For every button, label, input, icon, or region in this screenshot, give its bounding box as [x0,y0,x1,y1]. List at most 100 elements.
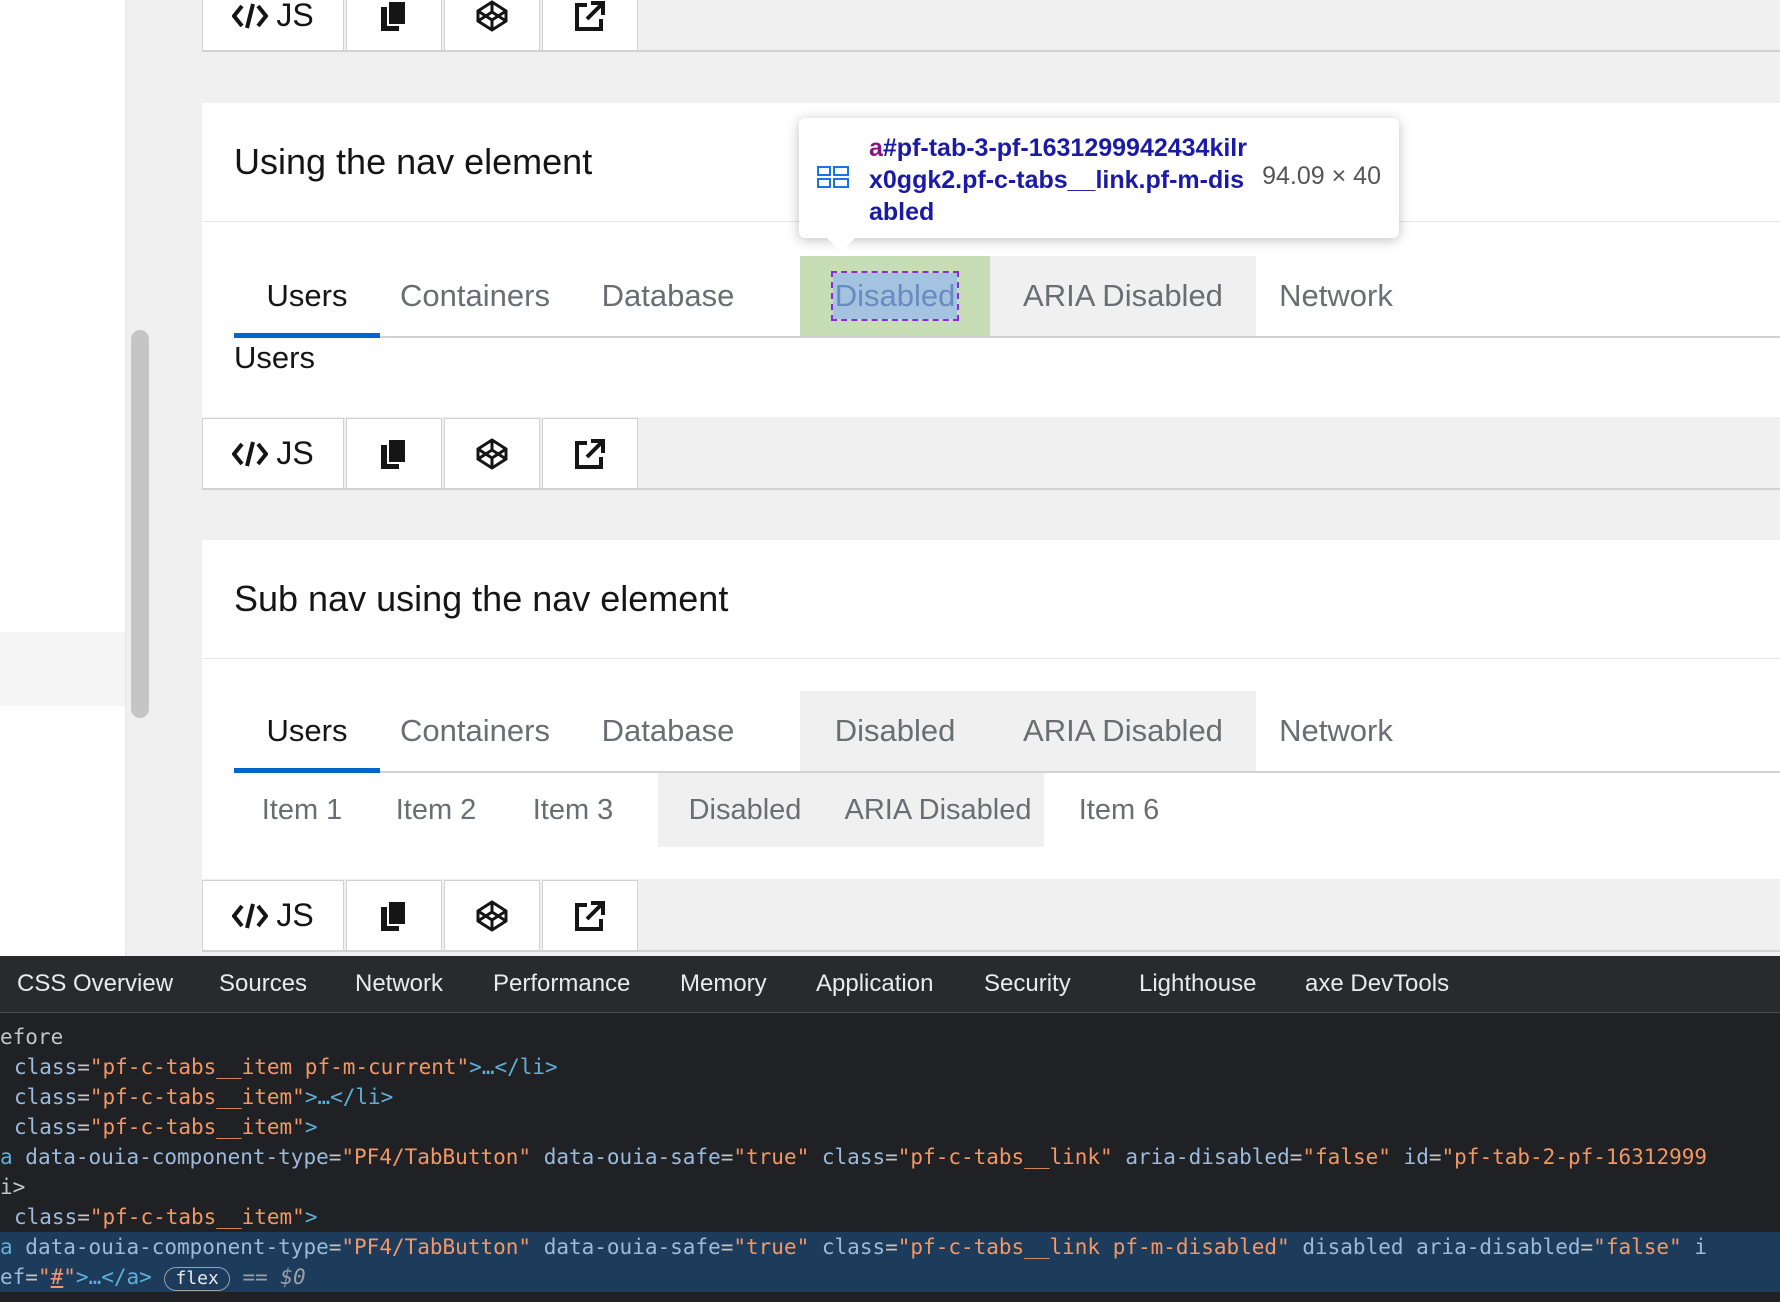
tab-sources[interactable]: Sources [219,956,307,1012]
dom-line-selected-anchor[interactable]: a data-ouia-component-type="PF4/TabButto… [0,1232,1707,1262]
console-ref: == $0 [242,1265,306,1289]
flex-badge[interactable]: flex [164,1267,230,1291]
codepen-icon [476,899,508,932]
tooltip-tag: a [869,134,883,162]
tooltip-size: 94.09 × 40 [1262,162,1381,190]
dom-line-li-close[interactable]: i> [0,1172,25,1202]
dom-line-anchor[interactable]: a data-ouia-component-type="PF4/TabButto… [0,1142,1707,1172]
subtab-item-2[interactable]: Item 2 [370,773,502,847]
codepen-icon [476,0,508,32]
tab-performance[interactable]: Performance [493,956,630,1012]
subtab-item-3[interactable]: Item 3 [502,773,644,847]
devtools-panel: CSS Overview Sources Network Performance… [0,956,1780,1302]
tab-network[interactable]: Network [1256,691,1416,771]
attr-value: "pf-c-tabs__link pf-m-disabled" [897,1235,1290,1259]
attr-value: "pf-c-tabs__item" [89,1205,305,1229]
dom-line-li-open[interactable]: class="pf-c-tabs__item"> [14,1112,317,1142]
tab-panel-content: Users [234,340,315,375]
tab-containers[interactable]: Containers [380,691,570,771]
codesandbox-button[interactable] [444,0,540,50]
copy-button[interactable] [346,0,442,50]
open-new-window-button[interactable] [542,0,638,50]
section-title: Using the nav element [234,141,593,182]
codesandbox-button[interactable] [444,418,540,488]
attr-value: "pf-tab-2-pf-16312999 [1441,1145,1708,1169]
subtab-aria-disabled[interactable]: ARIA Disabled [832,773,1044,847]
tab-containers[interactable]: Containers [380,256,570,336]
codesandbox-button[interactable] [444,880,540,950]
tooltip-selector-text: #pf-tab-3-pf-1631299942434kilrx0ggk2.pf-… [869,134,1247,226]
attr-value: "pf-c-tabs__item" [89,1085,305,1109]
open-new-window-button[interactable] [542,880,638,950]
subtab-disabled[interactable]: Disabled [658,773,832,847]
tab-database[interactable]: Database [570,691,766,771]
external-link-icon [575,900,605,931]
tab-css-overview[interactable]: CSS Overview [17,956,173,1012]
code-icon [232,441,269,466]
attr-value: "false" [1302,1145,1391,1169]
code-icon [232,3,269,28]
tabs-nav: Users Containers Database Disabled ARIA … [234,256,1780,338]
subtab-item-1[interactable]: Item 1 [234,773,370,847]
section-title: Sub nav using the nav element [234,578,729,619]
attr-value: "pf-c-tabs__item pf-m-current" [89,1055,470,1079]
copy-icon [381,437,407,469]
sidebar-scrollbar[interactable] [131,330,149,718]
devtools-tabbar: CSS Overview Sources Network Performance… [0,956,1780,1013]
tab-disabled[interactable]: Disabled [800,691,990,771]
toggle-js-button[interactable]: JS [202,0,344,50]
example-preview: Users Containers Database Disabled ARIA … [202,222,1780,417]
dom-line-li-current[interactable]: class="pf-c-tabs__item pf-m-current">…</… [14,1052,558,1082]
tab-axe-devtools[interactable]: axe DevTools [1305,956,1449,1012]
external-link-icon [575,0,605,31]
tab-network[interactable]: Network [355,956,443,1012]
side-navigation [0,0,126,956]
tab-lighthouse[interactable]: Lighthouse [1139,956,1256,1012]
copy-button[interactable] [346,418,442,488]
attr-value: "false" [1593,1235,1682,1259]
dom-line-li-open[interactable]: class="pf-c-tabs__item"> [14,1202,317,1232]
toggle-js-button[interactable]: JS [202,418,344,488]
tab-users[interactable]: Users [234,691,380,773]
tab-memory[interactable]: Memory [680,956,767,1012]
tab-disabled-label: Disabled [830,271,960,321]
tab-aria-disabled[interactable]: ARIA Disabled [990,256,1256,336]
subtab-item-6[interactable]: Item 6 [1044,773,1194,847]
dom-line-pseudo[interactable]: efore [0,1022,63,1052]
secondary-tabs: Item 1 Item 2 Item 3 Disabled ARIA Disab… [234,773,1780,847]
open-new-window-button[interactable] [542,418,638,488]
tab-disabled[interactable]: Disabled [800,256,990,336]
copy-icon [381,899,407,931]
dom-line-li[interactable]: class="pf-c-tabs__item">…</li> [14,1082,393,1112]
inspect-element-tooltip: a#pf-tab-3-pf-1631299942434kilrx0ggk2.pf… [799,118,1399,252]
code-toolbar-nav: JS [202,418,1780,490]
example-preview: Users Containers Database Disabled ARIA … [202,659,1780,879]
tab-application[interactable]: Application [816,956,933,1012]
toggle-js-button[interactable]: JS [202,880,344,950]
attr-value: "true" [733,1145,810,1169]
code-icon [232,903,269,928]
copy-button[interactable] [346,880,442,950]
attr-value: "PF4/TabButton" [341,1235,532,1259]
tab-security[interactable]: Security [984,956,1071,1012]
js-label: JS [276,0,314,33]
tab-network[interactable]: Network [1256,256,1416,336]
tab-aria-disabled[interactable]: ARIA Disabled [990,691,1256,771]
js-label: JS [276,897,314,933]
codepen-icon [476,437,508,470]
sidebar-highlighted-item[interactable] [0,632,125,706]
attr-value: "pf-c-tabs__link" [897,1145,1113,1169]
js-label: JS [276,435,314,471]
example-header: Sub nav using the nav element [202,540,1780,659]
tab-users[interactable]: Users [234,256,380,338]
tab-database[interactable]: Database [570,256,766,336]
dom-line-selected-cont[interactable]: ef="#">…</a> flex == $0 [0,1262,306,1292]
attr-value: "pf-c-tabs__item" [89,1115,305,1139]
attr-value: "true" [733,1235,810,1259]
external-link-icon [575,438,605,469]
copy-icon [381,0,407,31]
tooltip-selector: a#pf-tab-3-pf-1631299942434kilrx0ggk2.pf… [869,132,1249,228]
attr-value: "PF4/TabButton" [341,1145,532,1169]
grid-layout-icon [817,166,849,188]
tabs-nav: Users Containers Database Disabled ARIA … [234,691,1780,773]
